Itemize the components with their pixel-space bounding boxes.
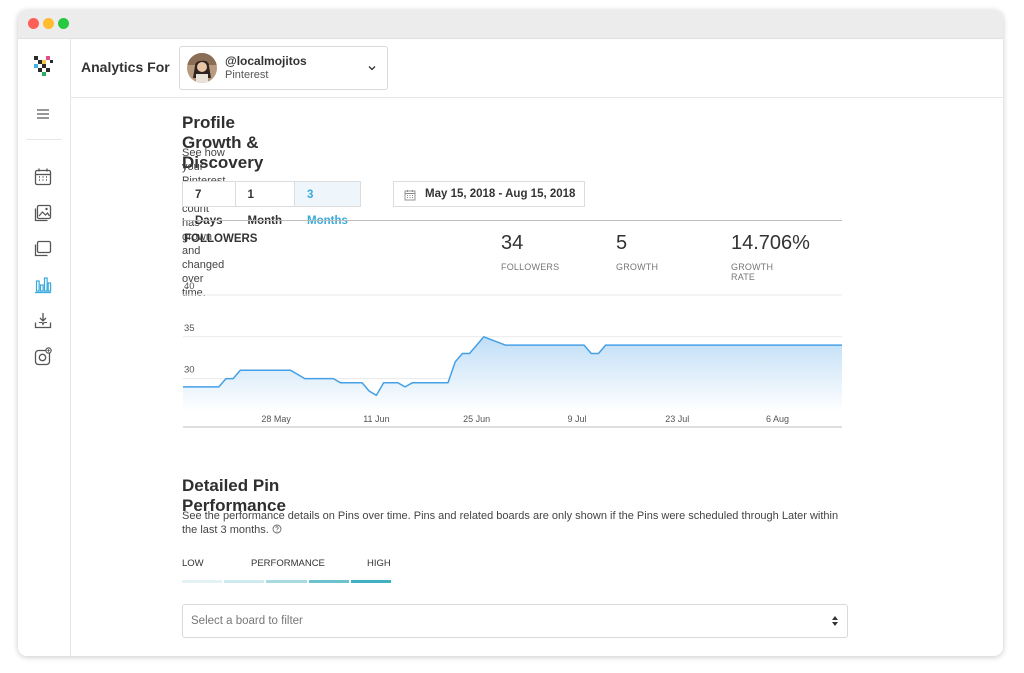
performance-segment-0	[182, 580, 223, 583]
perf-high-label: HIGH	[367, 558, 391, 569]
performance-segment-3	[308, 580, 349, 583]
range-3-months-button[interactable]: 3 Months	[294, 181, 361, 227]
perf-mid-label: PERFORMANCE	[251, 558, 325, 569]
account-handle: @localmojitos	[225, 54, 307, 68]
performance-scale-bar	[182, 580, 392, 583]
calendar-icon[interactable]	[32, 166, 54, 188]
x-tick-label: 23 Jul	[665, 414, 689, 424]
chart-title: FOLLOWERS	[184, 233, 258, 245]
range-1-month-button[interactable]: 1 Month	[235, 181, 295, 227]
x-tick-label: 28 May	[261, 414, 291, 424]
followers-chart: 30 35 40 28 May 11 Jun 25 Jun 9 Jul 23 Jul 6 Aug	[183, 281, 842, 428]
followers-stat-value: 34	[501, 232, 524, 254]
range-7-days-button[interactable]: 7 Days	[182, 181, 236, 227]
y-tick-label: 35	[184, 323, 195, 334]
y-tick-label: 40	[184, 281, 195, 292]
sidebar-divider	[26, 139, 62, 140]
date-range-picker[interactable]: May 15, 2018 - Aug 15, 2018	[393, 181, 585, 207]
x-tick-label: 11 Jun	[363, 414, 389, 424]
instagram-icon[interactable]	[32, 346, 54, 368]
maximize-window-button[interactable]	[58, 18, 69, 29]
growth-rate-stat-value: 14.706%	[731, 232, 810, 254]
performance-segment-4	[350, 580, 392, 583]
title-bar	[18, 10, 1003, 39]
select-arrows-icon	[832, 616, 838, 626]
pins-section-description: See the performance details on Pins over…	[182, 509, 842, 537]
chevron-down-icon	[368, 66, 376, 71]
sidebar	[18, 39, 71, 656]
minimize-window-button[interactable]	[43, 18, 54, 29]
x-tick-label: 25 Jun	[463, 414, 490, 424]
calendar-icon	[404, 190, 416, 201]
followers-area	[183, 336, 842, 412]
performance-segment-2	[266, 580, 307, 583]
header: Analytics For @localmojitos Pinterest	[71, 39, 1003, 98]
date-range-text: May 15, 2018 - Aug 15, 2018	[425, 188, 576, 200]
chart-top-border	[183, 220, 842, 221]
growth-stat-label: GROWTH	[616, 262, 659, 272]
media-library-icon[interactable]	[32, 202, 54, 224]
x-tick-label: 9 Jul	[567, 414, 586, 424]
analytics-for-label: Analytics For	[81, 59, 170, 75]
conversations-icon[interactable]	[32, 238, 54, 260]
range-selector: 7 Days 1 Month 3 Months	[182, 181, 361, 227]
followers-stat-label: FOLLOWERS	[501, 262, 560, 272]
close-window-button[interactable]	[28, 18, 39, 29]
y-tick-label: 30	[184, 365, 195, 376]
board-filter-select[interactable]: Select a board to filter	[182, 604, 848, 638]
growth-stat-value: 5	[616, 232, 628, 254]
board-filter-placeholder: Select a board to filter	[191, 615, 303, 627]
perf-low-label: LOW	[182, 558, 204, 569]
account-selector[interactable]: @localmojitos Pinterest	[179, 46, 388, 90]
account-network: Pinterest	[225, 69, 269, 81]
performance-segment-1	[224, 580, 265, 583]
avatar	[187, 53, 217, 83]
app-window: Analytics For @localmojitos Pinterest Pr…	[18, 10, 1003, 656]
later-logo-icon[interactable]	[28, 51, 58, 81]
menu-icon[interactable]	[32, 103, 54, 125]
x-tick-label: 6 Aug	[766, 414, 789, 424]
help-icon[interactable]	[272, 524, 282, 534]
download-icon[interactable]	[32, 310, 54, 332]
analytics-icon[interactable]	[32, 274, 54, 296]
